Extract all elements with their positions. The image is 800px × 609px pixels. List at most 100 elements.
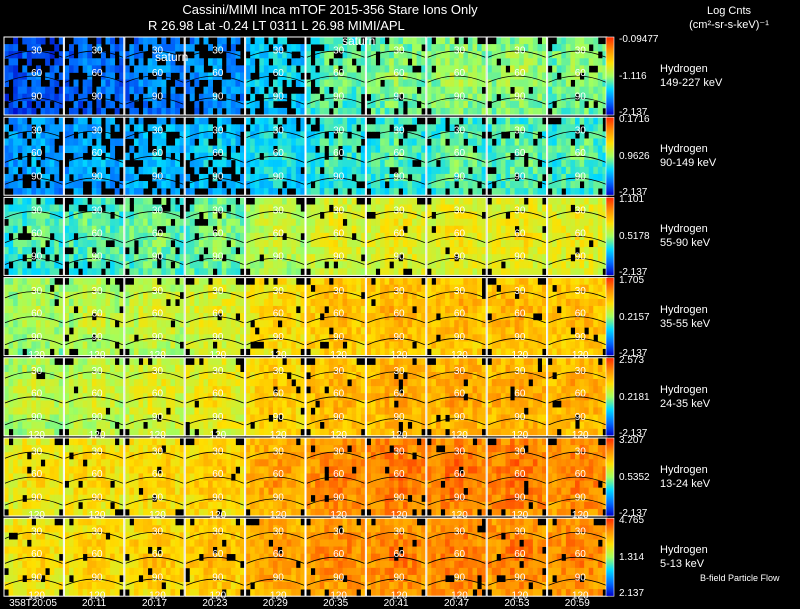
pixel-cell (579, 239, 585, 248)
pixel-cell (129, 86, 135, 95)
pixel-cell (295, 268, 301, 276)
pixel-cell (310, 348, 316, 356)
pixel-cell (245, 204, 251, 212)
pixel-cell (337, 320, 343, 328)
contour-label-60: 60 (152, 148, 164, 159)
pixel-cell (315, 284, 321, 293)
pixel-cell (597, 65, 603, 73)
pixel-cell (514, 277, 520, 286)
pixel-cell (384, 159, 390, 168)
pixel-cell (593, 225, 599, 234)
pixel-cell (445, 204, 451, 212)
pixel-cell (268, 268, 274, 276)
pixel-cell (35, 138, 41, 146)
pixel-cell (13, 100, 19, 109)
pixel-cell (185, 261, 191, 269)
pixel-cell (333, 107, 339, 116)
pixel-cell (17, 313, 23, 321)
pixel-cell (375, 166, 381, 175)
pixel-cell (250, 124, 256, 132)
pixel-cell (398, 277, 404, 286)
pixel-cell (440, 159, 446, 168)
pixel-cell (194, 79, 200, 88)
pixel-cell (82, 159, 88, 168)
pixel-cell (175, 232, 181, 241)
pixel-cell (82, 58, 88, 66)
pixel-cell (510, 159, 516, 168)
pixel-cell (528, 232, 534, 241)
pixel-cell (194, 117, 200, 125)
pixel-cell (245, 341, 251, 349)
pixel-cell (273, 268, 278, 276)
pixel-cell (189, 348, 195, 356)
pixel-cell (333, 117, 339, 125)
pixel-cell (254, 284, 260, 293)
pixel-cell (380, 277, 386, 286)
pixel-cell (487, 124, 493, 132)
pixel-cell (537, 284, 543, 293)
pixel-cell (26, 188, 32, 196)
pixel-cell (597, 72, 603, 80)
pixel-cell (96, 107, 102, 116)
pixel-cell (82, 86, 88, 95)
pixel-cell (138, 58, 144, 66)
pixel-cell (375, 65, 381, 73)
pixel-cell (416, 37, 422, 45)
pixel-cell (170, 268, 176, 276)
contour-label-90: 90 (514, 171, 526, 182)
pixel-cell (124, 204, 130, 212)
pixel-cell (333, 239, 339, 248)
pixel-cell (523, 268, 529, 276)
pixel-cell (124, 261, 130, 269)
pixel-cell (114, 268, 120, 276)
pixel-cell (463, 320, 469, 328)
pixel-cell (45, 341, 51, 349)
pixel-cell (324, 181, 330, 189)
pixel-cell (147, 197, 153, 205)
pixel-cell (472, 58, 478, 66)
pixel-cell (351, 166, 357, 175)
pixel-cell (407, 138, 413, 146)
pixel-cell (426, 166, 432, 175)
pixel-cell (370, 348, 376, 356)
pixel-cell (8, 313, 14, 321)
pixel-cell (133, 65, 139, 73)
pixel-cell (54, 65, 60, 73)
pixel-cell (500, 298, 506, 307)
pixel-cell (250, 334, 256, 342)
pixel-cell (189, 268, 195, 276)
pixel-cell (78, 58, 84, 66)
pixel-cell (133, 291, 139, 300)
pixel-cell (491, 305, 497, 314)
pixel-cell (235, 107, 241, 116)
pixel-cell (194, 100, 200, 109)
pixel-cell (440, 197, 446, 205)
pixel-cell (505, 305, 511, 314)
pixel-cell (351, 341, 357, 349)
pixel-cell (532, 239, 538, 248)
pixel-cell (73, 225, 79, 234)
pixel-cell (273, 138, 278, 146)
pixel-cell (412, 107, 418, 116)
pixel-cell (110, 218, 116, 227)
pixel-cell (496, 320, 502, 328)
pixel-cell (143, 305, 149, 314)
pixel-cell (412, 225, 418, 234)
pixel-cell (49, 138, 55, 146)
pixel-cell (105, 327, 111, 335)
pixel-cell (315, 348, 321, 356)
pixel-cell (161, 159, 167, 168)
pixel-cell (175, 37, 181, 45)
pixel-cell (194, 181, 200, 189)
pixel-cell (472, 100, 478, 109)
pixel-cell (82, 124, 88, 132)
pixel-cell (170, 204, 176, 212)
pixel-cell (477, 197, 483, 205)
pixel-cell (194, 305, 200, 314)
pixel-cell (547, 232, 553, 241)
pixel-cell (561, 159, 567, 168)
pixel-cell (78, 334, 84, 342)
pixel-cell (500, 65, 506, 73)
pixel-cell (133, 86, 139, 95)
pixel-cell (491, 268, 497, 276)
